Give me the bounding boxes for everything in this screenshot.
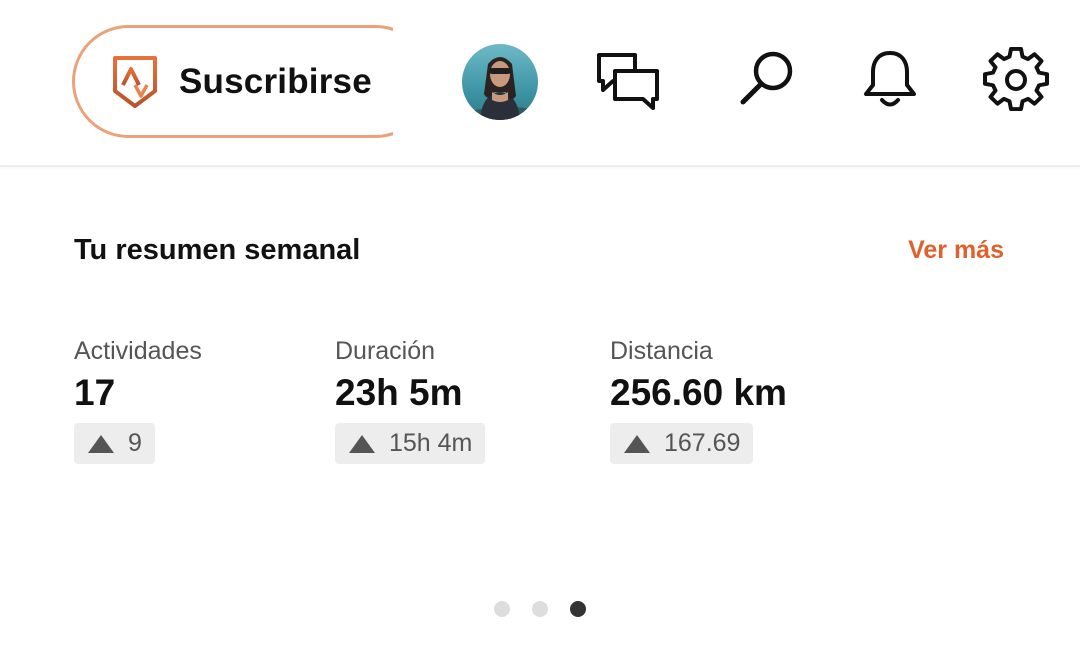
bell-icon	[864, 51, 916, 107]
subscribe-button-clip: Suscribirse	[0, 0, 393, 165]
top-bar: Suscribirse	[0, 0, 1080, 167]
avatar-photo	[462, 44, 538, 120]
carousel-dots	[0, 601, 1080, 619]
stat-duration: Duración 23h 5m 15h 4m	[335, 336, 486, 464]
settings-button[interactable]	[978, 42, 1054, 118]
messages-icon	[597, 53, 659, 110]
see-more-link[interactable]: Ver más	[908, 236, 1004, 265]
carousel-dot-1[interactable]	[494, 601, 510, 617]
weekly-summary-title: Tu resumen semanal	[74, 234, 361, 266]
carousel-dot-3[interactable]	[570, 601, 586, 617]
stat-label: Actividades	[74, 337, 202, 365]
avatar[interactable]	[462, 44, 538, 120]
messages-button[interactable]	[590, 42, 666, 118]
stat-value: 23h 5m	[335, 372, 463, 413]
subscribe-button[interactable]: Suscribirse	[72, 25, 393, 138]
triangle-up-icon	[88, 434, 114, 453]
stat-value: 17	[74, 372, 116, 413]
stat-label: Duración	[335, 337, 436, 365]
gear-icon	[983, 47, 1049, 111]
stat-activities: Actividades 17 9	[74, 336, 202, 464]
stat-delta-value: 15h 4m	[389, 429, 473, 457]
carousel-dot-2[interactable]	[532, 601, 548, 617]
notifications-button[interactable]	[852, 42, 928, 118]
stat-delta-badge: 167.69	[610, 423, 754, 464]
triangle-up-icon	[624, 434, 650, 453]
stat-value: 256.60 km	[610, 372, 787, 413]
page: Suscribirse Tu resumen semanal Ver más A…	[0, 0, 1080, 650]
stat-delta-badge: 9	[74, 423, 155, 464]
stat-delta-badge: 15h 4m	[335, 423, 486, 464]
triangle-up-icon	[349, 434, 375, 453]
stat-delta-value: 9	[128, 429, 142, 457]
stat-label: Distancia	[610, 337, 713, 365]
stat-distance: Distancia 256.60 km 167.69	[610, 336, 787, 464]
search-button[interactable]	[728, 42, 804, 118]
subscribe-label: Suscribirse	[179, 61, 372, 101]
stat-delta-value: 167.69	[664, 429, 741, 457]
strava-subscription-icon	[113, 55, 157, 108]
search-icon	[740, 51, 793, 105]
